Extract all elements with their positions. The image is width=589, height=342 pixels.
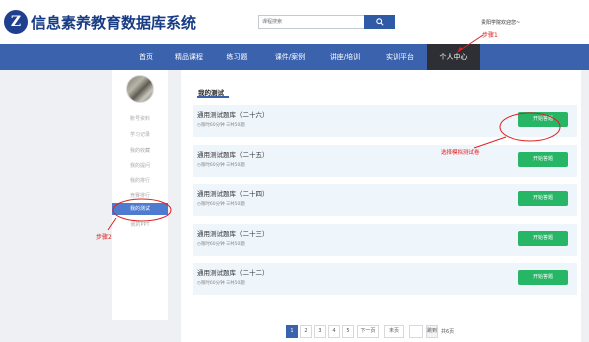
sidebar-item-ranking[interactable]: 我的排行 <box>112 177 168 184</box>
exam-title[interactable]: 通用测试题库（二十六） <box>197 109 269 119</box>
exam-meta: ◷限时60分钟 ☰共50题 <box>197 123 245 128</box>
jump-button[interactable]: 跳到 <box>426 325 438 338</box>
page-5-button[interactable]: 5 <box>342 325 354 338</box>
exam-meta: ◷限时60分钟 ☰共50题 <box>197 242 245 247</box>
exam-row: 通用测试题库（二十四） ◷限时60分钟 ☰共50题 开始答题 <box>193 184 577 216</box>
exam-title[interactable]: 通用测试题库（二十四） <box>197 188 269 198</box>
search-box <box>258 15 395 29</box>
main-nav: 首页 精品课程 练习题 课件/案例 讲座/培训 实训平台 个人中心 <box>0 44 589 70</box>
exam-row: 通用测试题库（二十二） ◷限时60分钟 ☰共50题 开始答题 <box>193 263 577 295</box>
sidebar-item-learning-record[interactable]: 学习记录 <box>112 131 168 138</box>
search-input[interactable] <box>259 16 364 28</box>
next-page-button[interactable]: 下一页 <box>357 325 379 338</box>
nav-training[interactable]: 实训平台 <box>375 44 425 70</box>
nav-cases[interactable]: 课件/案例 <box>265 44 315 70</box>
exam-title[interactable]: 通用测试题库（二十五） <box>197 149 269 159</box>
search-icon <box>375 18 384 26</box>
last-page-button[interactable]: 末页 <box>384 325 404 338</box>
start-exam-button[interactable]: 开始答题 <box>518 191 568 206</box>
step2-label: 步骤2 <box>96 234 112 241</box>
nav-exercises[interactable]: 练习题 <box>215 44 259 70</box>
sidebar-item-account[interactable]: 账号资料 <box>112 115 168 122</box>
select-hint-label: 选择模拟测试卷 <box>441 150 480 156</box>
section-underline <box>197 96 229 98</box>
step2-annotation <box>107 198 172 231</box>
sidebar: 账号资料 学习记录 我的收藏 我的提问 我的排行 竞赛排行 我的测试 我的PPT <box>112 70 168 320</box>
exam-title[interactable]: 通用测试题库（二十三） <box>197 228 269 238</box>
start-exam-button[interactable]: 开始答题 <box>518 270 568 285</box>
page-4-button[interactable]: 4 <box>328 325 340 338</box>
exam-meta: ◷限时60分钟 ☰共50题 <box>197 281 245 286</box>
nav-lectures[interactable]: 讲座/培训 <box>320 44 370 70</box>
logo-icon: Z <box>4 10 31 34</box>
nav-home[interactable]: 首页 <box>126 44 166 70</box>
exam-title[interactable]: 通用测试题库（二十二） <box>197 267 269 277</box>
exam-row: 通用测试题库（二十五） ◷限时60分钟 ☰共50题 开始答题 <box>193 145 577 177</box>
step1-arrow <box>457 34 484 53</box>
exam-meta: ◷限时60分钟 ☰共50题 <box>197 163 245 168</box>
welcome-text: 贵阳学院欢迎您~ <box>481 20 521 26</box>
exam-row: 通用测试题库（二十三） ◷限时60分钟 ☰共50题 开始答题 <box>193 224 577 256</box>
search-button[interactable] <box>364 15 395 29</box>
start-exam-button[interactable]: 开始答题 <box>518 231 568 246</box>
page-1-button[interactable]: 1 <box>286 325 298 338</box>
sidebar-item-questions[interactable]: 我的提问 <box>112 162 168 169</box>
total-pages: 共6页 <box>441 329 455 335</box>
exam-meta: ◷限时60分钟 ☰共50题 <box>197 202 245 207</box>
sidebar-item-favorites[interactable]: 我的收藏 <box>112 147 168 154</box>
logo[interactable]: Z 信息素养教育数据库系统 <box>4 9 196 35</box>
logo-text: 信息素养教育数据库系统 <box>31 13 197 32</box>
nav-courses[interactable]: 精品课程 <box>166 44 212 70</box>
start-exam-button[interactable]: 开始答题 <box>518 152 568 167</box>
page-2-button[interactable]: 2 <box>300 325 312 338</box>
page-3-button[interactable]: 3 <box>314 325 326 338</box>
avatar[interactable] <box>126 75 154 103</box>
header: Z 信息素养教育数据库系统 贵阳学院欢迎您~ <box>0 0 589 44</box>
goto-page-input[interactable] <box>409 325 423 338</box>
